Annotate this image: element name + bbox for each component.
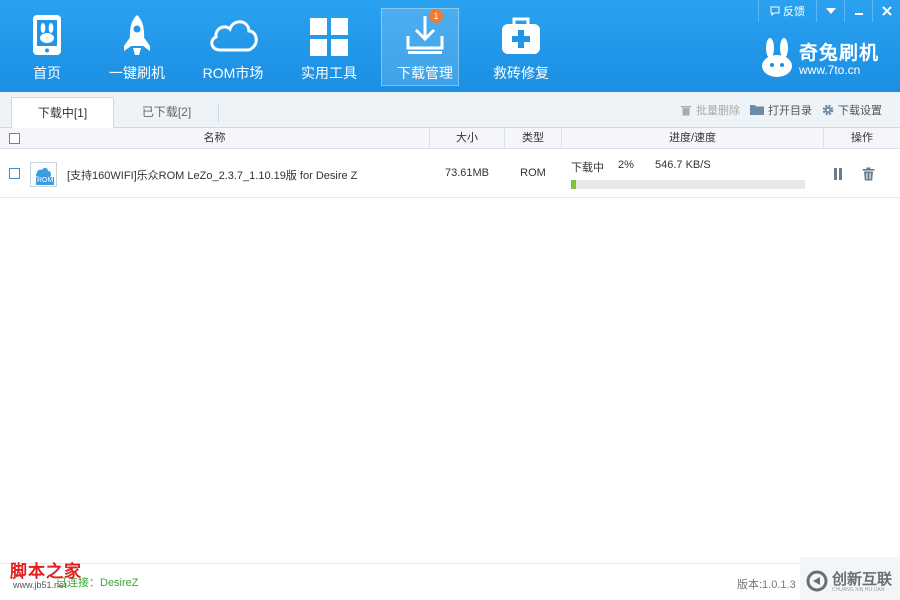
download-count-badge: 1 xyxy=(429,9,443,23)
download-speed: 546.7 KB/S xyxy=(655,159,711,171)
open-directory-label: 打开目录 xyxy=(768,105,812,117)
feedback-label: 反馈 xyxy=(783,6,805,18)
corner-watermark-sub: CHUANG XIN HU LIAN xyxy=(832,587,885,593)
minimize-icon xyxy=(854,13,863,15)
cloud-icon xyxy=(210,20,258,52)
chevron-down-icon xyxy=(825,8,836,14)
column-header-progress[interactable]: 进度/速度 xyxy=(562,128,824,149)
watermark-url: www.jb51.net xyxy=(13,580,67,590)
rom-file-icon: ROM xyxy=(30,162,57,187)
nav-rom-market[interactable]: ROM市场 xyxy=(185,0,281,92)
brand-url: www.7to.cn xyxy=(799,63,861,77)
column-header-name[interactable]: 名称 xyxy=(0,128,430,149)
tab-downloaded[interactable]: 已下载[2] xyxy=(115,97,218,128)
phone-bunny-icon xyxy=(33,15,61,55)
feedback-button[interactable]: 反馈 xyxy=(758,0,816,22)
tab-divider xyxy=(218,104,219,122)
table-row[interactable]: ROM [支持160WIFI]乐众ROM LeZo_2.3.7_1.10.19版… xyxy=(0,150,900,198)
pause-icon xyxy=(834,168,842,180)
watermark-title: 脚本之家 xyxy=(10,562,82,581)
window-controls: 反馈 xyxy=(758,0,900,22)
brand-name: 奇兔刷机 xyxy=(799,43,880,64)
bunny-logo-icon xyxy=(762,38,792,77)
nav-label: 实用工具 xyxy=(301,65,357,81)
progress-fill xyxy=(571,180,576,189)
column-header-size[interactable]: 大小 xyxy=(430,128,505,149)
cx-logo-icon xyxy=(806,570,828,592)
file-name: [支持160WIFI]乐众ROM LeZo_2.3.7_1.10.19版 for… xyxy=(67,170,358,182)
progress-bar xyxy=(571,180,805,189)
download-settings-button[interactable]: 下载设置 xyxy=(822,102,882,118)
corner-watermark: 创新互联 CHUANG XIN HU LIAN xyxy=(800,557,900,600)
rocket-icon xyxy=(124,15,150,55)
file-size: 73.61MB xyxy=(444,167,490,179)
open-directory-button[interactable]: 打开目录 xyxy=(750,102,812,118)
trash-icon xyxy=(862,167,874,181)
status-bar: 已连接：DesireZ 脚本之家 www.jb51.net 版本:1.0.1.3… xyxy=(0,557,900,600)
tab-downloading[interactable]: 下载中[1] xyxy=(11,97,114,129)
nav-label: 一键刷机 xyxy=(109,65,165,81)
close-button[interactable] xyxy=(872,0,900,22)
file-type: ROM xyxy=(520,167,546,179)
download-settings-label: 下载设置 xyxy=(838,105,882,117)
batch-delete-button[interactable]: 批量删除 xyxy=(680,102,740,118)
medkit-icon xyxy=(502,17,540,54)
nav-download-manager[interactable]: 1 下载管理 xyxy=(377,0,473,92)
menu-dropdown-button[interactable] xyxy=(816,0,844,22)
grid-icon xyxy=(310,18,348,56)
toolbar-actions: 批量删除 打开目录 下载设置 xyxy=(680,92,882,128)
nav-label: 下载管理 xyxy=(397,65,453,81)
nav-label: 首页 xyxy=(33,65,61,81)
corner-watermark-name: 创新互联 xyxy=(832,571,893,588)
nav-one-click-flash[interactable]: 一键刷机 xyxy=(89,0,185,92)
nav-home[interactable]: 首页 xyxy=(5,0,89,92)
batch-delete-label: 批量删除 xyxy=(696,105,740,117)
close-icon xyxy=(881,6,892,16)
nav-label: 救砖修复 xyxy=(493,65,549,81)
brand-logo: 奇兔刷机 www.7to.cn xyxy=(759,36,884,80)
nav-brick-repair[interactable]: 救砖修复 xyxy=(473,0,569,92)
minimize-button[interactable] xyxy=(844,0,872,22)
chat-icon xyxy=(770,6,780,16)
version-label: 版本:1.0.1.3 xyxy=(737,579,796,591)
nav-label: ROM市场 xyxy=(202,65,264,81)
pause-button[interactable] xyxy=(830,166,846,182)
gear-icon xyxy=(822,104,834,116)
download-status: 下载中 xyxy=(571,162,604,174)
top-banner: 首页 一键刷机 ROM市场 实用工具 1 下载管理 救砖修复 反馈 奇兔刷机 w… xyxy=(0,0,900,92)
column-header-type[interactable]: 类型 xyxy=(505,128,562,149)
delete-button[interactable] xyxy=(860,166,876,182)
rom-tag: ROM xyxy=(36,177,55,185)
main-nav: 首页 一键刷机 ROM市场 实用工具 1 下载管理 救砖修复 xyxy=(0,0,569,92)
table-header: 名称 大小 类型 进度/速度 操作 xyxy=(0,128,900,149)
download-percent: 2% xyxy=(618,159,634,171)
column-header-ops: 操作 xyxy=(851,132,873,144)
folder-icon xyxy=(750,105,764,115)
trash-icon xyxy=(681,106,691,116)
nav-tools[interactable]: 实用工具 xyxy=(281,0,377,92)
row-checkbox[interactable] xyxy=(9,168,20,179)
tab-bar: 下载中[1] 已下载[2] 批量删除 打开目录 下载设置 xyxy=(0,92,900,129)
